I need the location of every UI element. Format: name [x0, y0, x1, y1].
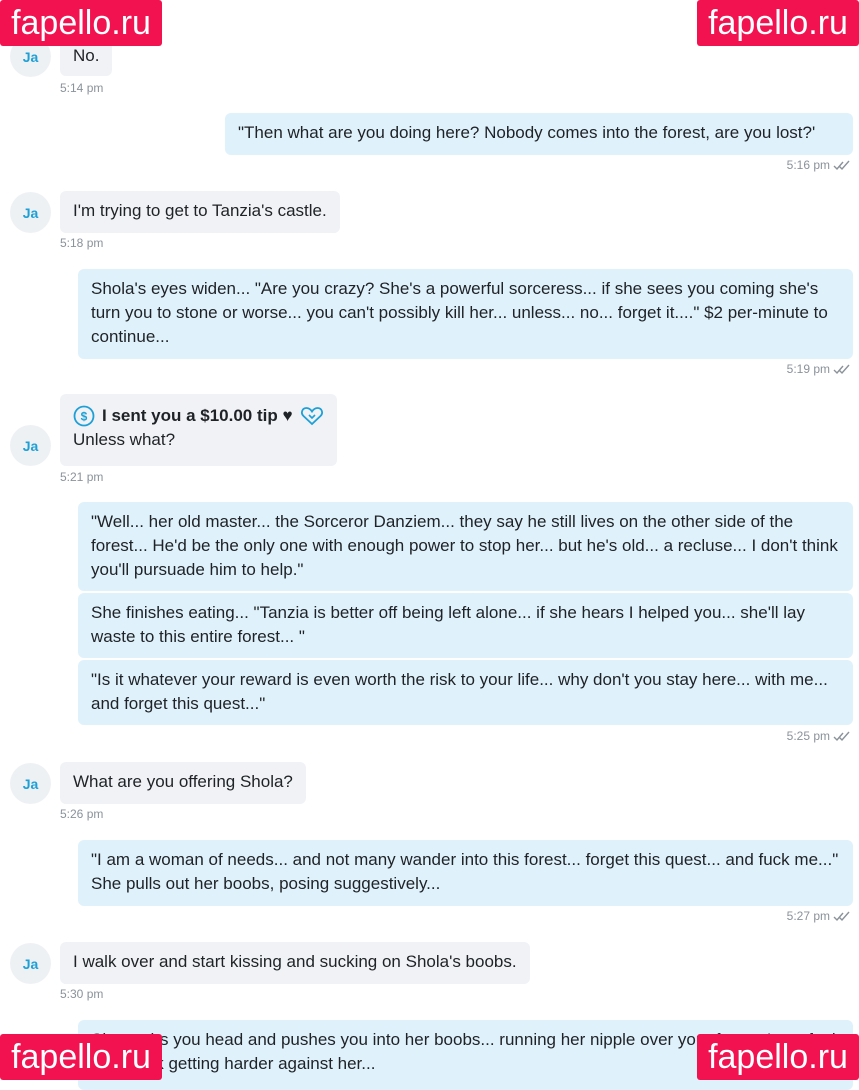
message-time: 5:27 pm	[786, 909, 830, 923]
message-bubble-outgoing[interactable]: "Well... her old master... the Sorceror …	[78, 502, 853, 591]
message-text: She finishes eating... "Tanzia is better…	[91, 603, 805, 646]
tip-row: $ I sent you a $10.00 tip ♥	[73, 404, 324, 428]
message-text: I'm trying to get to Tanzia's castle.	[73, 201, 327, 220]
message-status: 5:25 pm	[787, 729, 853, 743]
avatar[interactable]: Ja	[10, 425, 51, 466]
avatar[interactable]: Ja	[10, 943, 51, 984]
avatar-initials: Ja	[22, 437, 39, 454]
dollar-coin-icon: $	[73, 405, 95, 427]
avatar-initials: Ja	[22, 48, 39, 65]
avatar[interactable]: Ja	[10, 763, 51, 804]
message-time: 5:16 pm	[786, 158, 830, 172]
avatar[interactable]: Ja	[10, 192, 51, 233]
message-time: 5:30 pm	[60, 987, 104, 1001]
message-text: Shola's eyes widen... "Are you crazy? Sh…	[91, 279, 828, 346]
message-text: "Well... her old master... the Sorceror …	[91, 512, 838, 579]
message-bubble-incoming[interactable]: I walk over and start kissing and suckin…	[60, 942, 530, 984]
message-bubble-outgoing[interactable]: "Is it whatever your reward is even wort…	[78, 660, 853, 725]
message-bubble-outgoing[interactable]: She finishes eating... "Tanzia is better…	[78, 593, 853, 658]
message-text: Unless what?	[73, 430, 176, 449]
message-status: 5:27 pm	[787, 909, 853, 923]
message-time: 5:26 pm	[60, 807, 104, 821]
read-ticks-icon	[833, 364, 850, 374]
watermark-badge: fapello.ru	[0, 0, 162, 46]
avatar-initials: Ja	[22, 204, 39, 221]
avatar-initials: Ja	[22, 955, 39, 972]
svg-text:$: $	[81, 410, 88, 424]
watermark-text: fapello.ru	[11, 1037, 151, 1076]
message-status: 5:19 pm	[787, 362, 853, 376]
message-text: I walk over and start kissing and suckin…	[73, 952, 517, 971]
avatar-initials: Ja	[22, 775, 39, 792]
heart-outline-icon	[300, 407, 323, 426]
watermark-badge: fapello.ru	[697, 0, 859, 46]
read-ticks-icon	[833, 160, 850, 170]
watermark-badge: fapello.ru	[0, 1034, 162, 1080]
message-time: 5:14 pm	[60, 81, 104, 95]
message-text: No.	[73, 46, 100, 65]
message-status: 5:16 pm	[787, 158, 853, 172]
watermark-text: fapello.ru	[11, 3, 151, 42]
message-bubble-outgoing[interactable]: Shola's eyes widen... "Are you crazy? Sh…	[78, 269, 853, 359]
watermark-text: fapello.ru	[708, 3, 848, 42]
message-bubble-incoming[interactable]: I'm trying to get to Tanzia's castle.	[60, 191, 340, 233]
message-time: 5:25 pm	[786, 729, 830, 743]
tip-message-bubble[interactable]: $ I sent you a $10.00 tip ♥ Unless what?	[60, 394, 337, 466]
message-time: 5:18 pm	[60, 236, 104, 250]
message-bubble-incoming[interactable]: What are you offering Shola?	[60, 762, 306, 804]
message-text: "Then what are you doing here? Nobody co…	[238, 123, 816, 142]
message-time: 5:21 pm	[60, 470, 104, 484]
watermark-badge: fapello.ru	[697, 1034, 859, 1080]
tip-label: I sent you a $10.00 tip ♥	[102, 406, 293, 425]
message-time: 5:19 pm	[786, 362, 830, 376]
read-ticks-icon	[833, 911, 850, 921]
message-bubble-outgoing[interactable]: "Then what are you doing here? Nobody co…	[225, 113, 853, 155]
message-text: What are you offering Shola?	[73, 772, 293, 791]
message-bubble-outgoing[interactable]: "I am a woman of needs... and not many w…	[78, 840, 853, 906]
message-text: "I am a woman of needs... and not many w…	[91, 850, 839, 893]
watermark-text: fapello.ru	[708, 1037, 848, 1076]
read-ticks-icon	[833, 731, 850, 741]
message-text: "Is it whatever your reward is even wort…	[91, 670, 828, 713]
